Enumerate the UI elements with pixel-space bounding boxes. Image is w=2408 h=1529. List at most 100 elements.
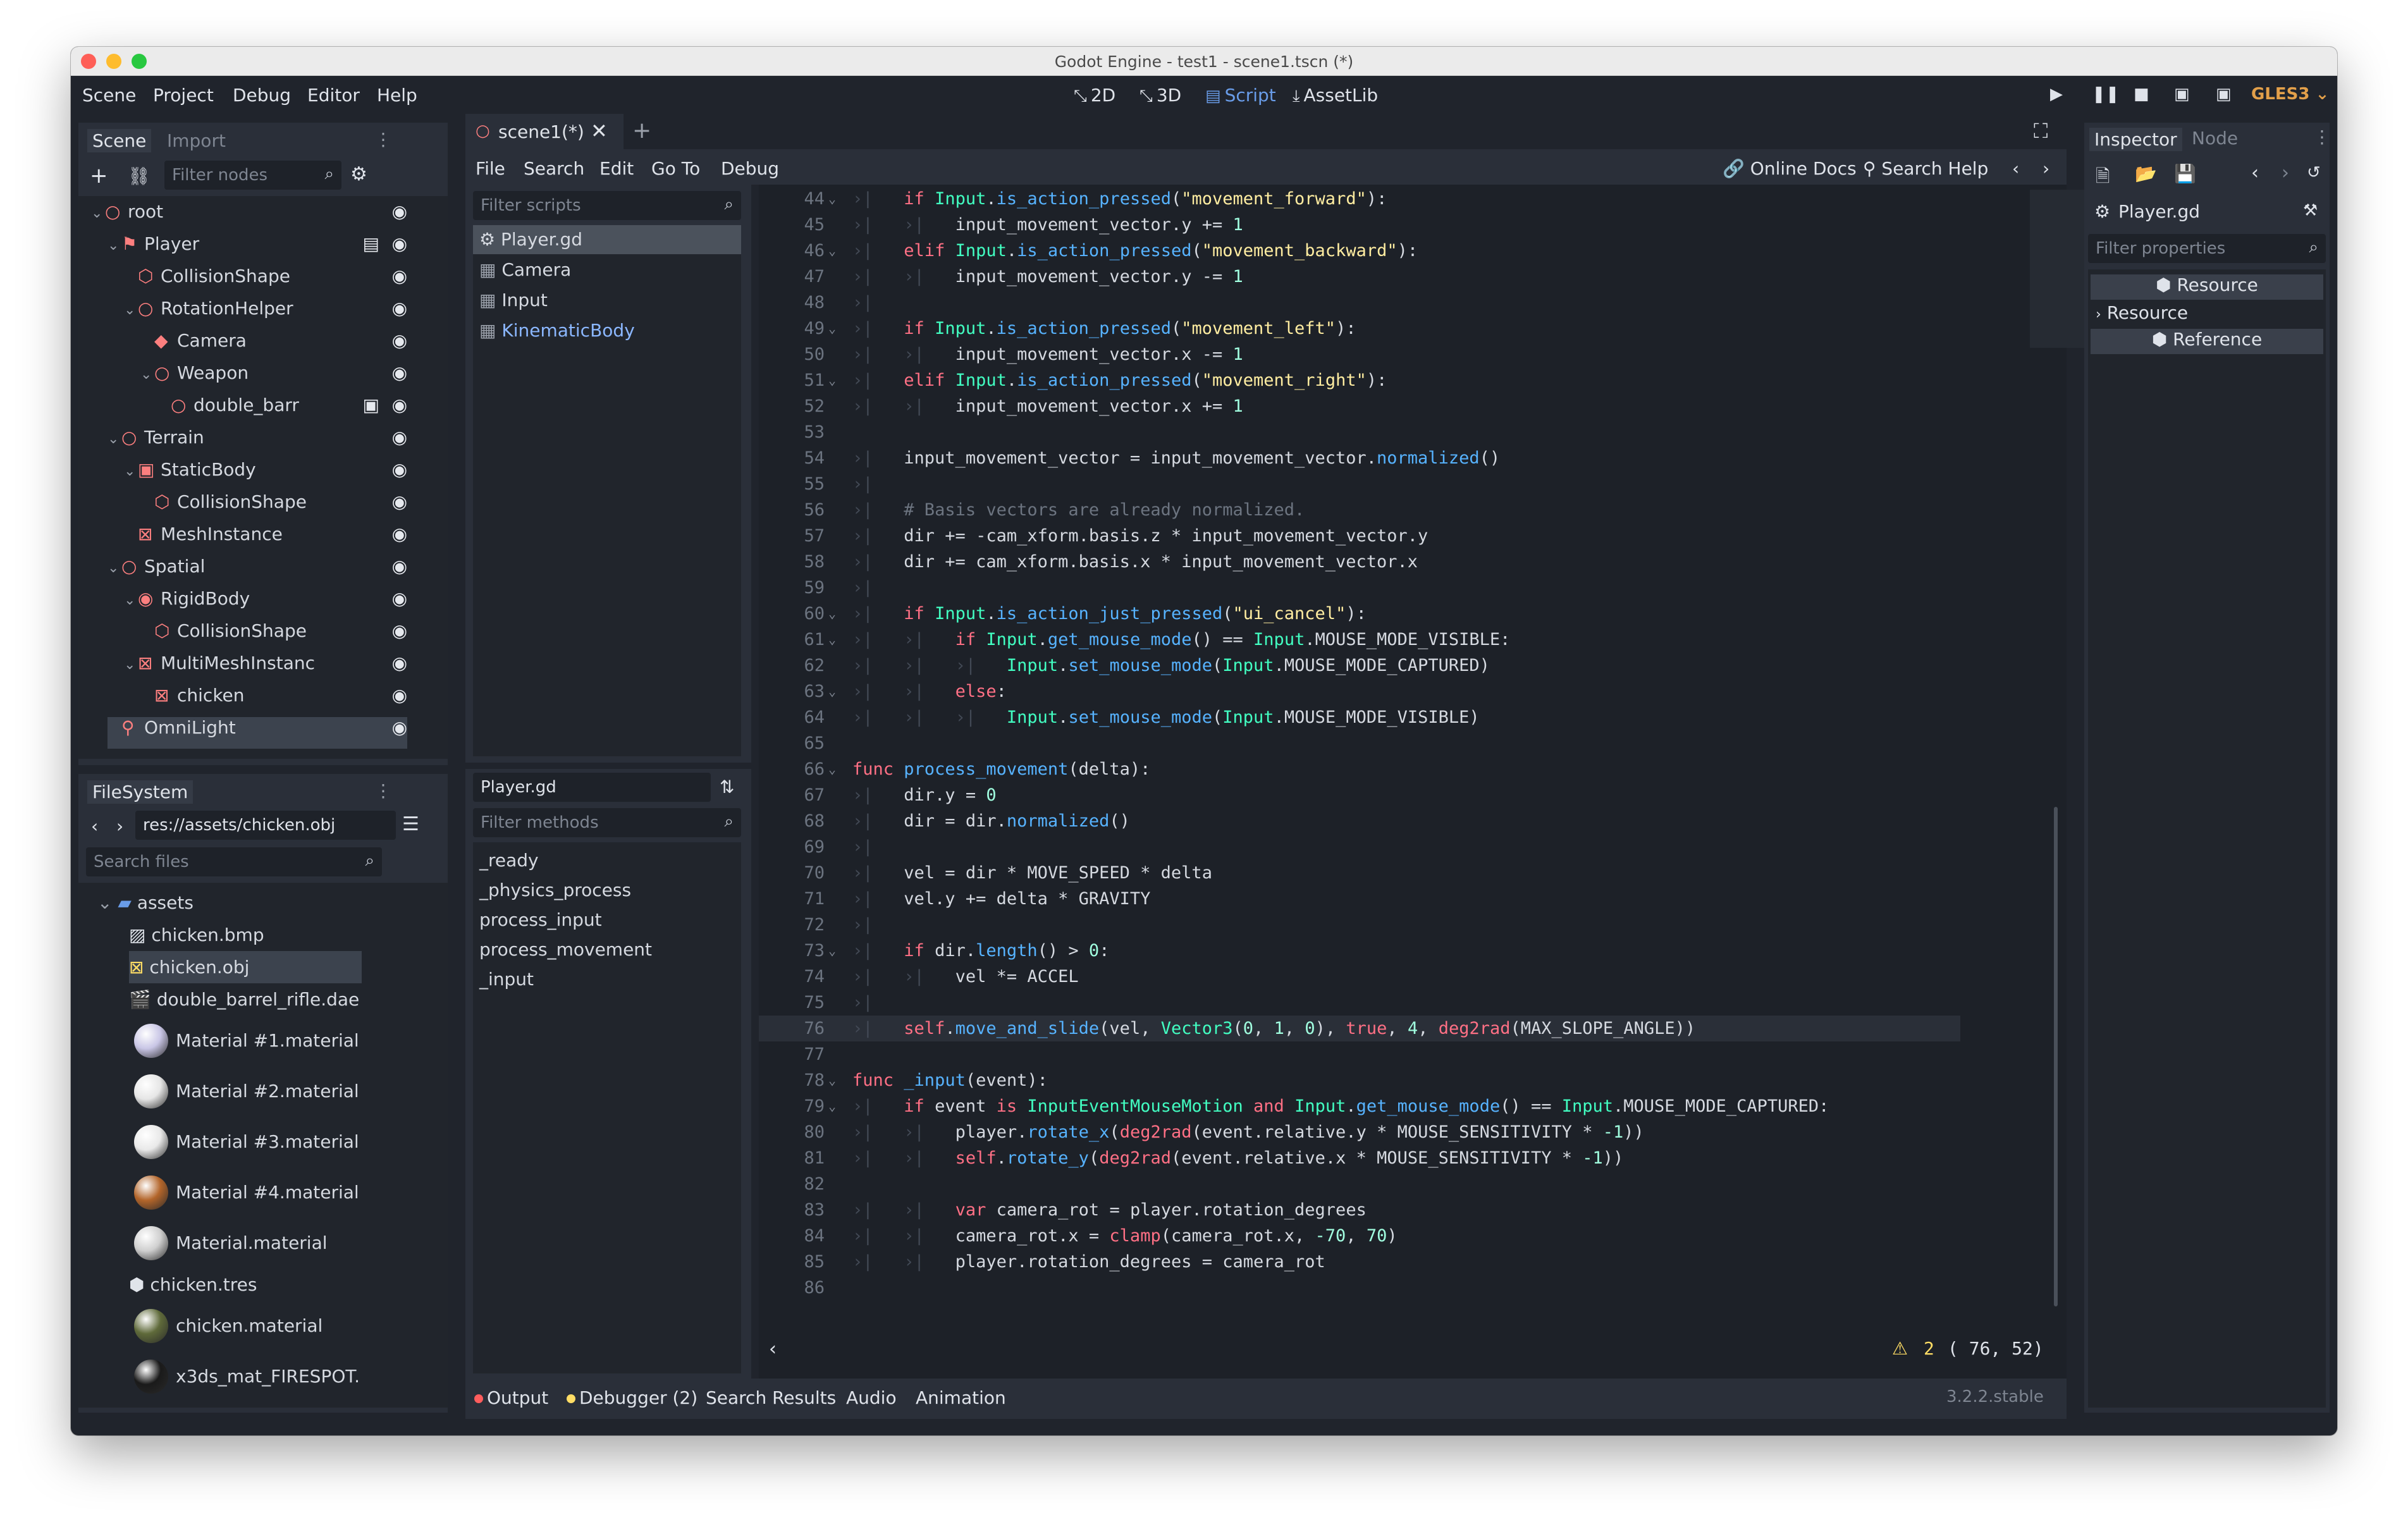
scene-tab-active[interactable]: ○ scene1(*) ✕	[465, 114, 624, 149]
scene-tree-node[interactable]: ⌄ ○ Spatial ◉	[108, 556, 407, 587]
visibility-eye-icon[interactable]: ◉	[392, 620, 407, 641]
visibility-eye-icon[interactable]: ◉	[392, 427, 407, 448]
script-menu-file[interactable]: File	[476, 158, 505, 179]
chevron-down-icon[interactable]: ⌄	[91, 206, 105, 221]
code-line[interactable]: 59 ›|	[759, 575, 1960, 601]
play-scene-icon[interactable]: ▣	[2174, 85, 2190, 104]
code-line[interactable]: 86	[759, 1275, 1960, 1301]
file-item[interactable]: ⌄ ▰ assets	[97, 887, 362, 919]
script-menu-debug[interactable]: Debug	[721, 158, 779, 179]
dock-menu-icon[interactable]: ⋮	[374, 129, 392, 150]
dock-menu-icon[interactable]: ⋮	[374, 780, 392, 801]
visibility-eye-icon[interactable]: ◉	[392, 653, 407, 673]
visibility-eye-icon[interactable]: ◉	[392, 459, 407, 480]
code-line[interactable]: 70 ›| vel = dir * MOVE_SPEED * delta	[759, 860, 1960, 886]
file-item[interactable]: x3ds_mat_FIRESPOT.	[129, 1351, 362, 1402]
method-item[interactable]: _input	[473, 965, 540, 994]
chevron-down-icon[interactable]: ⌄	[108, 238, 121, 254]
code-line[interactable]: 77	[759, 1041, 1960, 1067]
workspace-script-button[interactable]: ▤ Script	[1205, 85, 1276, 106]
visibility-eye-icon[interactable]: ◉	[392, 362, 407, 383]
filter-scripts-input[interactable]: Filter scripts ⌕	[473, 191, 741, 220]
fold-chevron-icon[interactable]: ⌄	[828, 367, 836, 393]
workspace-3d-button[interactable]: ⤡ 3D	[1140, 85, 1181, 106]
toggle-scripts-panel-icon[interactable]: ‹	[769, 1338, 777, 1360]
fold-chevron-icon[interactable]: ⌄	[828, 1093, 836, 1119]
fold-chevron-icon[interactable]: ⌄	[828, 938, 836, 964]
code-line[interactable]: 66 ⌄ func process_movement(delta):	[759, 756, 1960, 782]
chevron-down-icon[interactable]: ⌄	[97, 892, 118, 913]
method-item[interactable]: process_movement	[473, 935, 658, 964]
script-item-kinematicbody[interactable]: ▦ KinematicBody	[473, 316, 741, 345]
visibility-eye-icon[interactable]: ◉	[392, 685, 407, 706]
code-line[interactable]: 71 ›| vel.y += delta * GRAVITY	[759, 886, 1960, 912]
workspace-assetlib-button[interactable]: ⤓ AssetLib	[1293, 85, 1378, 106]
script-item-player[interactable]: ⚙ Player.gd	[473, 225, 741, 254]
menu-help[interactable]: Help	[377, 85, 417, 106]
chevron-down-icon[interactable]: ⌄	[124, 302, 138, 318]
code-line[interactable]: 65	[759, 730, 1960, 756]
visibility-eye-icon[interactable]: ◉	[392, 556, 407, 577]
code-line[interactable]: 50 ›| ›| input_movement_vector.x -= 1	[759, 341, 1960, 367]
code-line[interactable]: 49 ⌄ ›| if Input.is_action_pressed("moveme…	[759, 316, 1960, 341]
scene-tree-node[interactable]: ⌄ ○ RotationHelper ◉	[124, 298, 407, 329]
script-menu-goto[interactable]: Go To	[651, 158, 700, 179]
code-line[interactable]: 78 ⌄ func _input(event):	[759, 1067, 1960, 1093]
fold-chevron-icon[interactable]: ⌄	[828, 679, 836, 704]
scene-tree-node[interactable]: ⬡ CollisionShape ◉	[140, 620, 407, 652]
script-item-camera[interactable]: ▦ Camera	[473, 255, 741, 285]
attach-script-icon[interactable]: ⚙	[350, 163, 367, 185]
visibility-eye-icon[interactable]: ◉	[392, 201, 407, 222]
scene-tree-node[interactable]: ⌄ ▣ StaticBody ◉	[124, 459, 407, 491]
tab-node[interactable]: Node	[2192, 128, 2238, 149]
path-field[interactable]: res://assets/chicken.obj	[135, 811, 396, 840]
filter-nodes-input[interactable]: Filter nodes ⌕	[164, 161, 341, 190]
chevron-down-icon[interactable]: ⌄	[140, 367, 154, 383]
new-resource-icon[interactable]: 🗎	[2096, 163, 2110, 193]
code-line[interactable]: 53	[759, 419, 1960, 445]
file-item[interactable]: Material.material	[129, 1218, 362, 1268]
scene-tree-node[interactable]: ⊠ chicken ◉	[140, 685, 407, 716]
tab-inspector[interactable]: Inspector	[2089, 128, 2182, 151]
workspace-2d-button[interactable]: ⤡ 2D	[1074, 85, 1115, 106]
scene-tree-node[interactable]: ⬡ CollisionShape ◉	[124, 266, 407, 297]
scene-tree-node[interactable]: ⌄ ○ Terrain ◉	[108, 427, 407, 458]
scene-tree-node[interactable]: ⌄ ○ root ◉	[91, 201, 407, 233]
file-item[interactable]: Material #4.material	[129, 1167, 362, 1218]
filter-properties-input[interactable]: Filter properties ⌕	[2088, 234, 2326, 263]
scene-tree-node[interactable]: ⊠ MeshInstance ◉	[124, 524, 407, 555]
method-item[interactable]: _ready	[473, 846, 545, 875]
menu-editor[interactable]: Editor	[307, 85, 360, 106]
scene-tree-node[interactable]: ○ double_barr ▣ ◉	[157, 395, 407, 426]
back-arrow-icon[interactable]: ‹	[91, 816, 98, 837]
code-line[interactable]: 69 ›|	[759, 834, 1960, 860]
file-item[interactable]: chicken.material	[129, 1301, 362, 1351]
renderer-selector[interactable]: GLES3 ⌄	[2251, 85, 2329, 104]
tab-search-results[interactable]: Search Results	[706, 1387, 836, 1408]
code-line[interactable]: 64 ›| ›| ›| Input.set_mouse_mode(Input.MO…	[759, 704, 1960, 730]
code-line[interactable]: 48 ›|	[759, 290, 1960, 316]
code-line[interactable]: 44 ⌄ ›| if Input.is_action_pressed("moveme…	[759, 186, 1960, 212]
code-line[interactable]: 58 ›| dir += cam_xform.basis.x * input_mo…	[759, 549, 1960, 575]
warning-icon[interactable]: ⚠	[1892, 1338, 1908, 1359]
scene-tree-node[interactable]: ⚲ OmniLight ◉	[108, 717, 407, 749]
code-line[interactable]: 73 ⌄ ›| if dir.length() > 0:	[759, 938, 1960, 964]
stop-icon[interactable]: ■	[2134, 85, 2149, 104]
visibility-eye-icon[interactable]: ◉	[392, 266, 407, 286]
object-properties-icon[interactable]: ⚒	[2303, 201, 2318, 220]
code-line[interactable]: 56 ›| # Basis vectors are already normali…	[759, 497, 1960, 523]
open-folder-icon[interactable]: 📂	[2135, 163, 2157, 184]
visibility-eye-icon[interactable]: ◉	[392, 395, 407, 415]
resource-group[interactable]: › Resource	[2091, 302, 2323, 328]
code-line[interactable]: 80 ›| ›| player.rotate_x(deg2rad(event.re…	[759, 1119, 1960, 1145]
menu-scene[interactable]: Scene	[82, 85, 136, 106]
back-arrow-icon[interactable]: ‹	[2251, 162, 2259, 184]
script-icon[interactable]: ▤	[363, 233, 379, 254]
scene-tree-node[interactable]: ⬡ CollisionShape ◉	[140, 491, 407, 523]
play-custom-scene-icon[interactable]: ▣	[2216, 85, 2232, 104]
code-line[interactable]: 63 ⌄ ›| ›| else:	[759, 679, 1960, 704]
tab-audio[interactable]: Audio	[846, 1387, 897, 1408]
play-icon[interactable]: ▶	[2050, 85, 2063, 104]
vertical-scrollbar[interactable]	[2054, 807, 2058, 1306]
dock-menu-icon[interactable]: ⋮	[2313, 126, 2331, 147]
